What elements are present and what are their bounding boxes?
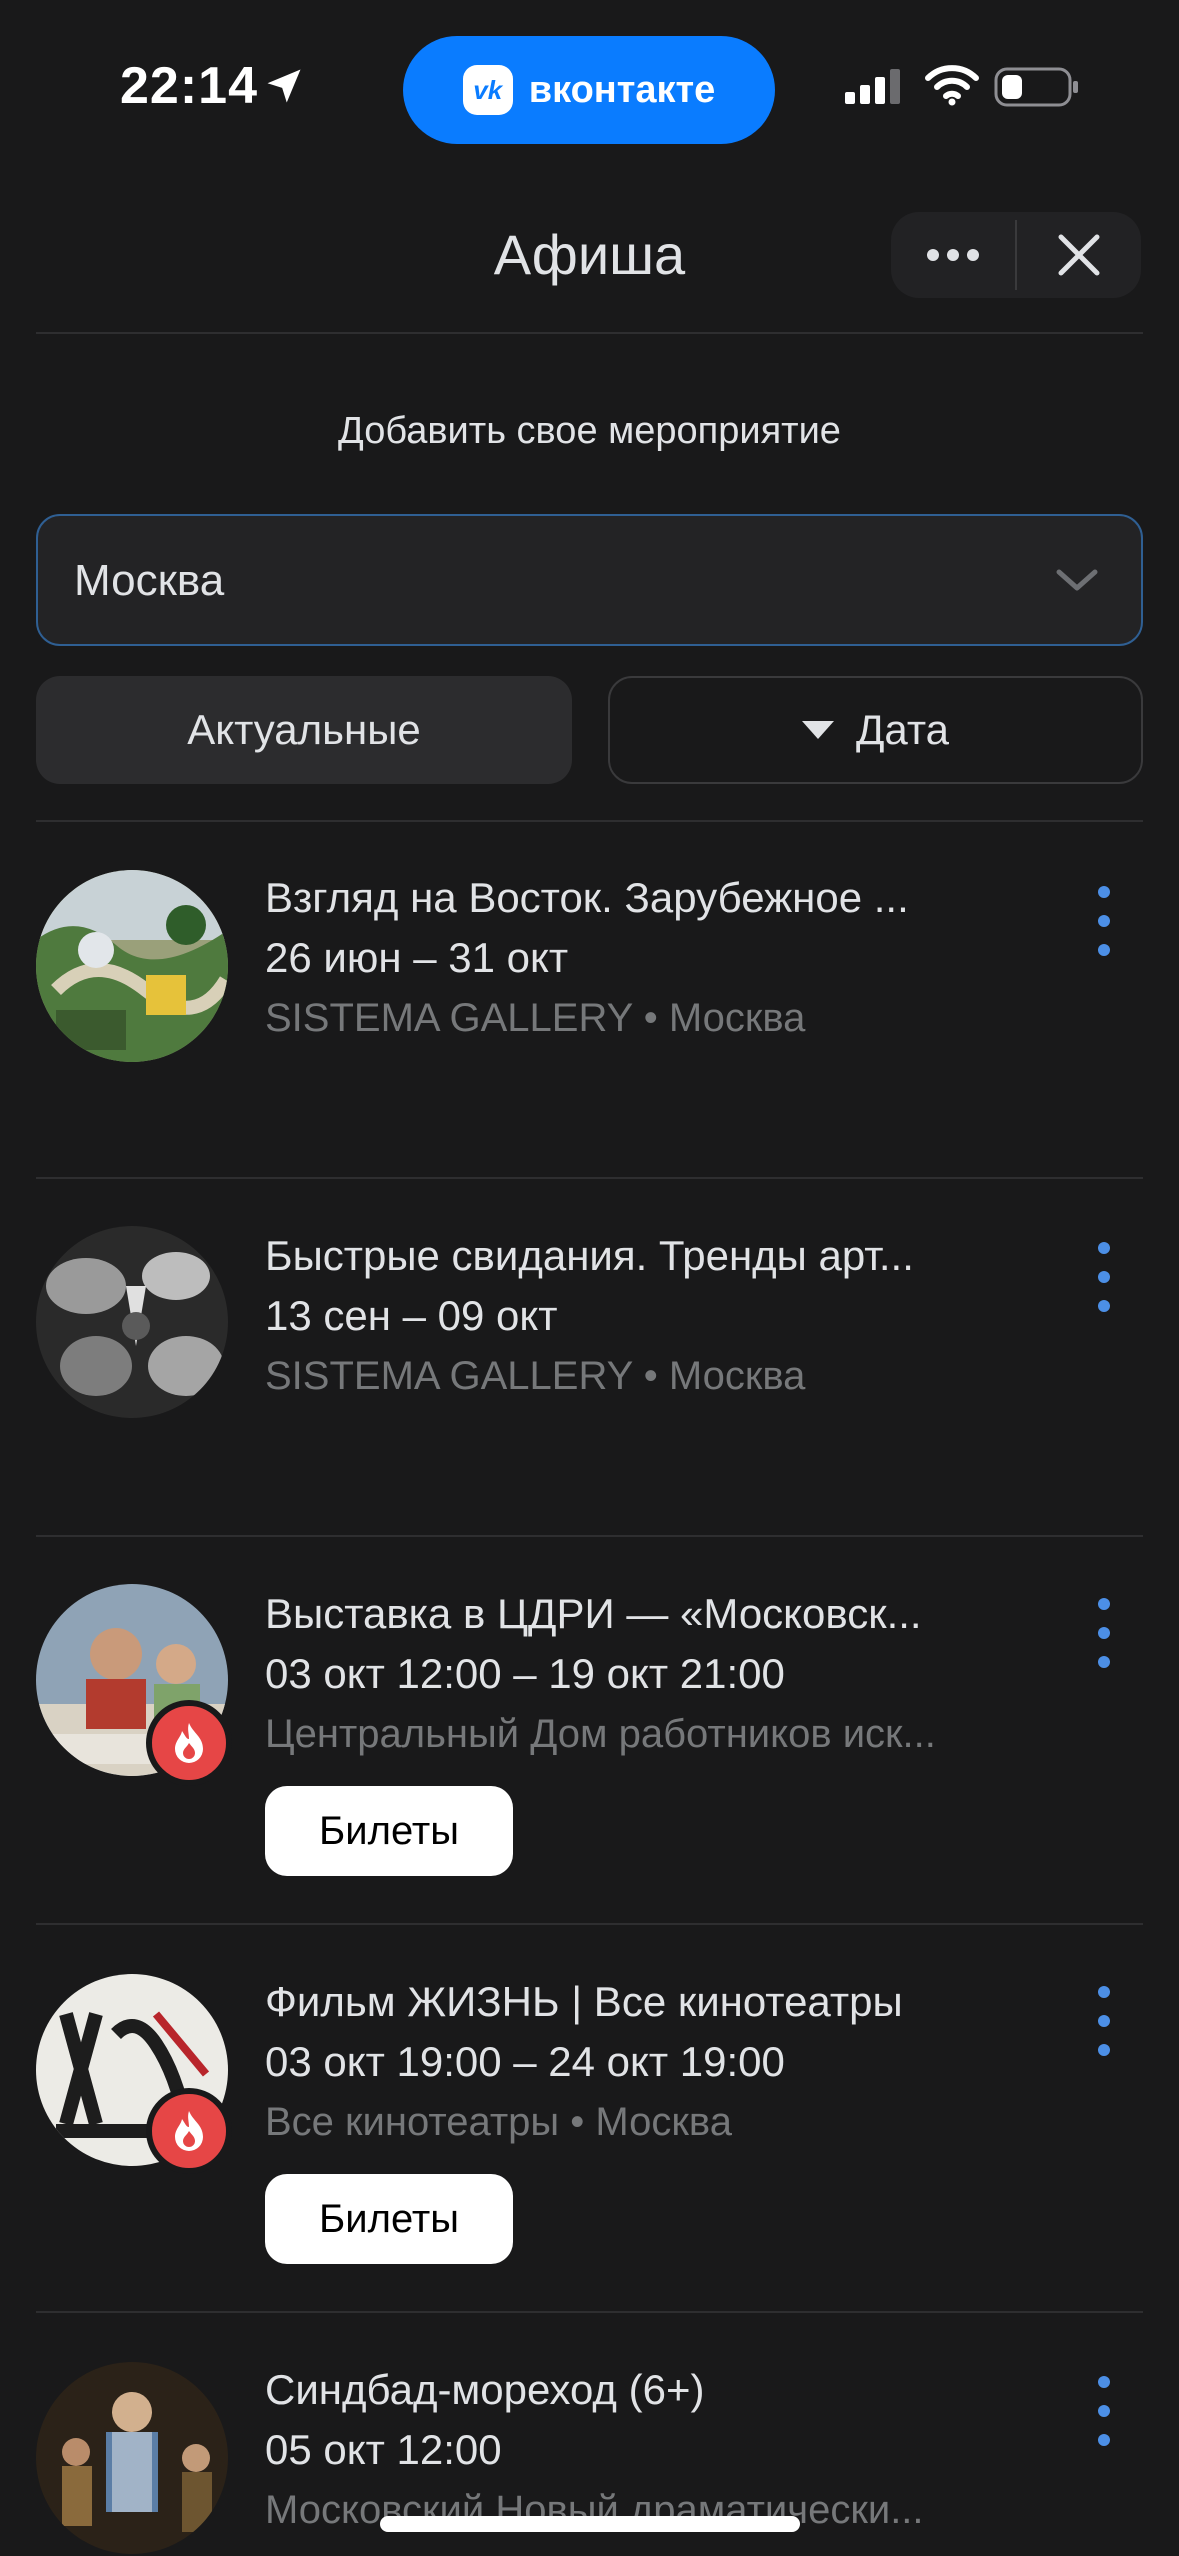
event-item[interactable]: Быстрые свидания. Тренды арт... 13 сен –… [0, 1178, 1179, 1536]
city-select[interactable]: Москва [36, 514, 1143, 646]
event-title: Выставка в ЦДРИ — «Московск... [265, 1590, 922, 1637]
more-dot [1098, 915, 1110, 927]
event-image [36, 1226, 228, 1418]
wifi-icon [925, 65, 979, 106]
event-place: Центральный Дом работников иск... [265, 1712, 936, 1756]
add-event-link[interactable]: Добавить свое мероприятие [0, 410, 1179, 453]
header: Афиша [0, 200, 1179, 334]
more-dot [1098, 2015, 1110, 2027]
filter-date-label: Дата [855, 706, 949, 753]
sort-triangle-icon [801, 721, 834, 739]
more-dot [1098, 2434, 1110, 2446]
event-image [36, 2362, 228, 2554]
status-bar: 22:14 vk вконтакте [0, 0, 1179, 160]
more-dot [1098, 1300, 1110, 1312]
city-select-value: Москва [74, 556, 225, 605]
event-more-button[interactable] [1084, 2376, 1124, 2446]
hot-badge [146, 1700, 232, 1786]
event-place: SISTEMA GALLERY • Москва [265, 996, 806, 1040]
event-title: Быстрые свидания. Тренды арт... [265, 1232, 914, 1279]
event-more-button[interactable] [1084, 1242, 1124, 1312]
more-vertical-icon [1098, 886, 1110, 898]
more-dot [1098, 2405, 1110, 2417]
event-place: SISTEMA GALLERY • Москва [265, 1354, 806, 1398]
event-more-button[interactable] [1084, 1598, 1124, 1668]
tickets-button[interactable]: Билеты [265, 2174, 513, 2264]
event-item[interactable]: Взгляд на Восток. Зарубежное ... 26 июн … [0, 820, 1179, 1178]
more-dot [1098, 2044, 1110, 2056]
more-vertical-icon [1098, 2376, 1110, 2388]
event-venue: SISTEMA GALLERY [265, 1354, 633, 1398]
header-divider [36, 332, 1143, 334]
header-actions [891, 212, 1141, 298]
event-title: Синдбад-мореход (6+) [265, 2366, 705, 2413]
battery-icon [994, 67, 1078, 107]
event-more-button[interactable] [1084, 1986, 1124, 2056]
location-arrow-icon [267, 69, 301, 103]
cellular-signal-icon [845, 69, 900, 104]
more-vertical-icon [1098, 1598, 1110, 1610]
fire-icon [175, 2111, 203, 2151]
event-city: Москва [668, 996, 806, 1040]
event-city: Москва [595, 2100, 732, 2144]
event-venue: SISTEMA GALLERY [265, 996, 633, 1040]
vk-app-pill-label: вконтакте [528, 68, 716, 111]
event-title: Взгляд на Восток. Зарубежное ... [265, 874, 909, 921]
vk-app-pill[interactable]: vk вконтакте [403, 36, 775, 144]
event-more-button[interactable] [1084, 886, 1124, 956]
event-venue: Все кинотеатры [265, 2100, 560, 2144]
event-date: 03 окт 19:00 – 24 окт 19:00 [265, 2038, 785, 2085]
event-item[interactable]: Выставка в ЦДРИ — «Московск... 03 окт 12… [0, 1536, 1179, 1924]
status-time: 22:14 [120, 57, 258, 115]
more-dot [1098, 944, 1110, 956]
fire-icon [175, 1723, 203, 1763]
more-horizontal-icon [927, 249, 979, 261]
close-icon [1058, 234, 1100, 276]
filter-actual-label: Актуальные [187, 706, 421, 753]
more-vertical-icon [1098, 1242, 1110, 1254]
event-title: Фильм ЖИЗНЬ | Все кинотеатры [265, 1978, 903, 2025]
chevron-down-icon [1056, 569, 1098, 591]
home-indicator [380, 2516, 800, 2532]
event-date: 03 окт 12:00 – 19 окт 21:00 [265, 1650, 785, 1697]
event-date: 13 сен – 09 окт [265, 1292, 558, 1339]
tickets-button[interactable]: Билеты [265, 1786, 513, 1876]
hot-badge [146, 2088, 232, 2174]
event-image [36, 870, 228, 1062]
event-date: 05 окт 12:00 [265, 2426, 502, 2473]
more-dot [1098, 1656, 1110, 1668]
more-dot [1098, 1627, 1110, 1639]
event-item[interactable]: Фильм ЖИЗНЬ | Все кинотеатры 03 окт 19:0… [0, 1924, 1179, 2312]
filter-date-button[interactable]: Дата [608, 676, 1143, 784]
more-vertical-icon [1098, 1986, 1110, 1998]
event-city: Москва [668, 1354, 806, 1398]
event-place: Все кинотеатры • Москва [265, 2100, 732, 2144]
more-button[interactable] [891, 212, 1015, 298]
event-date: 26 июн – 31 окт [265, 934, 569, 981]
filter-actual-button[interactable]: Актуальные [36, 676, 572, 784]
close-button[interactable] [1017, 212, 1141, 298]
vk-logo-icon: vk [462, 65, 513, 115]
more-dot [1098, 1271, 1110, 1283]
